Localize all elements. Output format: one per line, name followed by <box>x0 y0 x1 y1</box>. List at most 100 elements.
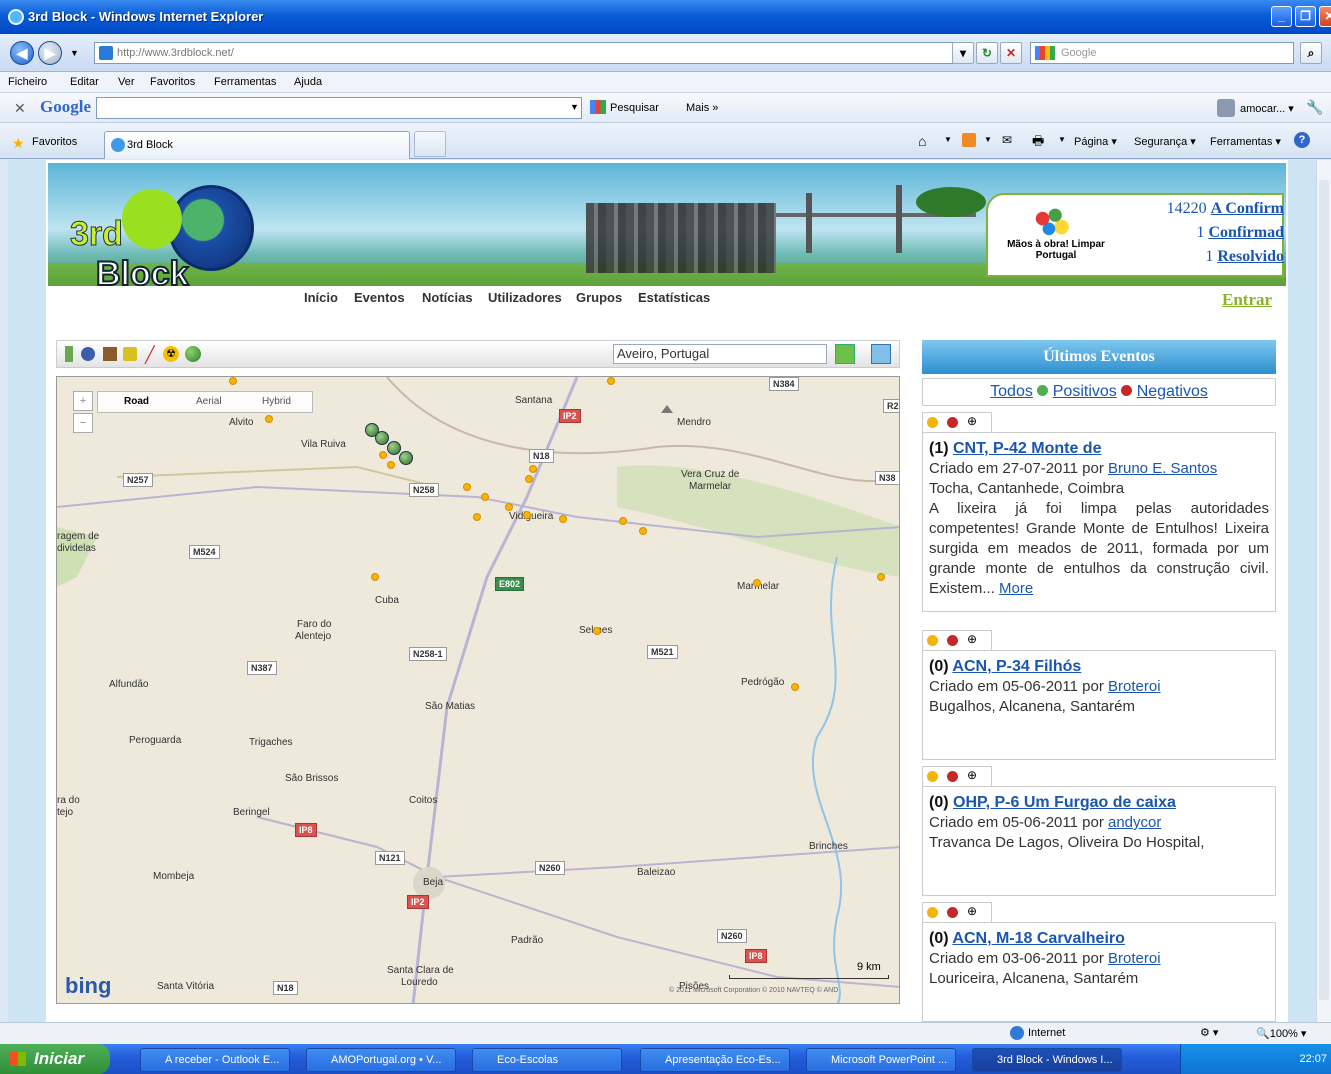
map-type-selector[interactable]: Road Aerial Hybrid <box>97 391 313 413</box>
event-marker-icon[interactable] <box>525 475 533 483</box>
task-outlook[interactable]: A receber - Outlook E... <box>140 1048 290 1072</box>
nav-eventos[interactable]: Eventos <box>354 290 405 305</box>
event-marker-icon[interactable] <box>481 493 489 501</box>
map-type-aerial[interactable]: Aerial <box>196 396 222 407</box>
map-locate-icon[interactable] <box>871 344 891 364</box>
event-marker-icon[interactable] <box>463 483 471 491</box>
menu-view[interactable]: Ver <box>118 76 135 88</box>
filter-negative[interactable]: Negativos <box>1137 383 1208 400</box>
zoom-in-button[interactable]: + <box>73 391 93 411</box>
event-status-icon[interactable] <box>947 635 958 646</box>
wrench-icon[interactable]: 🔧 <box>1306 99 1323 116</box>
new-tab-button[interactable] <box>414 131 446 157</box>
mail-icon[interactable]: ✉ <box>1002 133 1012 147</box>
map-search-go-icon[interactable] <box>835 344 855 364</box>
menu-favorites[interactable]: Favoritos <box>150 76 195 88</box>
home-icon[interactable]: ⌂ <box>918 133 926 149</box>
forward-button[interactable]: ▶ <box>38 41 62 65</box>
scrollbar-thumb[interactable] <box>1319 180 1329 1000</box>
event-status-icon[interactable] <box>947 907 958 918</box>
tools-menu[interactable]: Ferramentas ▾ <box>1210 135 1281 148</box>
print-dropdown-icon[interactable]: ▼ <box>1058 135 1066 144</box>
event-marker-icon[interactable] <box>265 415 273 423</box>
zoom-out-button[interactable]: − <box>73 413 93 433</box>
page-menu[interactable]: Página ▾ <box>1074 135 1117 148</box>
positive-marker-icon[interactable] <box>375 431 389 445</box>
login-link[interactable]: Entrar <box>1222 290 1272 310</box>
google-more-button[interactable]: Mais » <box>686 102 718 114</box>
event-marker-icon[interactable] <box>371 573 379 581</box>
search-magnifier-icon[interactable]: ⌕ <box>1300 42 1322 64</box>
favorites-button[interactable]: Favoritos <box>32 136 77 148</box>
event-marker-icon[interactable] <box>619 517 627 525</box>
event-marker-icon[interactable] <box>529 465 537 473</box>
tab-3rd-block[interactable]: 3rd Block <box>104 131 410 159</box>
event-status-icon[interactable] <box>947 417 958 428</box>
page-scrollbar[interactable] <box>1316 160 1331 1022</box>
google-search-input[interactable] <box>96 97 582 119</box>
event-marker-icon[interactable] <box>607 377 615 385</box>
event-type-icon[interactable] <box>927 635 938 646</box>
event-type-icon[interactable] <box>927 771 938 782</box>
home-dropdown-icon[interactable]: ▼ <box>944 135 952 144</box>
event-locate-icon[interactable]: ⊕ <box>967 632 977 646</box>
event-type-icon[interactable] <box>927 907 938 918</box>
menu-edit[interactable]: Editar <box>70 76 99 88</box>
nav-estatisticas[interactable]: Estatísticas <box>638 290 710 305</box>
event-marker-icon[interactable] <box>379 451 387 459</box>
menu-help[interactable]: Ajuda <box>294 76 322 88</box>
event-marker-icon[interactable] <box>753 579 761 587</box>
google-search-button[interactable]: Pesquisar <box>610 102 659 114</box>
event-marker-icon[interactable] <box>559 515 567 523</box>
event-marker-icon[interactable] <box>877 573 885 581</box>
zoom-control[interactable]: 🔍100% ▾ <box>1256 1027 1306 1040</box>
rss-feed-icon[interactable] <box>962 133 976 147</box>
google-search-dropdown-icon[interactable]: ▼ <box>570 102 579 112</box>
map-type-hybrid[interactable]: Hybrid <box>262 396 291 407</box>
tool-pen-icon[interactable]: ╱ <box>145 345 155 365</box>
nav-noticias[interactable]: Notícias <box>422 290 473 305</box>
feed-dropdown-icon[interactable]: ▼ <box>984 135 992 144</box>
back-button[interactable]: ◀ <box>10 41 34 65</box>
task-powerpoint[interactable]: Microsoft PowerPoint ... <box>806 1048 956 1072</box>
menu-tools[interactable]: Ferramentas <box>214 76 276 88</box>
event-locate-icon[interactable]: ⊕ <box>967 768 977 782</box>
google-account-button[interactable]: amocar... ▾ <box>1240 102 1294 115</box>
filter-all[interactable]: Todos <box>990 383 1033 400</box>
refresh-icon[interactable]: ↻ <box>976 42 998 64</box>
tool-bag-icon[interactable] <box>123 347 137 361</box>
history-dropdown-icon[interactable]: ▼ <box>70 48 79 58</box>
url-field[interactable]: http://www.3rdblock.net/ <box>94 42 970 64</box>
protected-mode-icon[interactable]: ⚙ ▾ <box>1200 1026 1218 1039</box>
tool-leaf-icon[interactable] <box>65 346 73 362</box>
map-location-input[interactable]: Aveiro, Portugal <box>613 344 827 364</box>
event-status-icon[interactable] <box>947 771 958 782</box>
task-amoportugal[interactable]: AMOPortugal.org • V... <box>306 1048 456 1072</box>
url-dropdown-icon[interactable]: ▾ <box>952 42 974 64</box>
event-locate-icon[interactable]: ⊕ <box>967 904 977 918</box>
event-marker-icon[interactable] <box>473 513 481 521</box>
start-button[interactable]: Iniciar <box>0 1044 110 1074</box>
minimize-button[interactable]: _ <box>1271 6 1292 27</box>
positive-marker-icon[interactable] <box>387 441 401 455</box>
tool-drop-icon[interactable] <box>81 347 95 361</box>
positive-marker-icon[interactable] <box>399 451 413 465</box>
nav-utilizadores[interactable]: Utilizadores <box>488 290 562 305</box>
event-locate-icon[interactable]: ⊕ <box>967 414 977 428</box>
print-icon[interactable]: 🖶 <box>1032 132 1044 154</box>
clock[interactable]: 22:07 <box>1299 1053 1327 1065</box>
task-apresentacao[interactable]: Apresentação Eco-Es... <box>640 1048 790 1072</box>
help-icon[interactable]: ? <box>1294 132 1310 148</box>
close-button[interactable]: ✕ <box>1319 6 1331 27</box>
event-marker-icon[interactable] <box>505 503 513 511</box>
stop-icon[interactable]: ✕ <box>1000 42 1022 64</box>
tool-box-icon[interactable] <box>103 347 117 361</box>
map-view[interactable]: Road Aerial Hybrid + − Alvito Vila Ruiva S… <box>56 376 900 1004</box>
filter-positive[interactable]: Positivos <box>1053 383 1117 400</box>
nav-grupos[interactable]: Grupos <box>576 290 622 305</box>
maximize-button[interactable]: ❐ <box>1295 6 1316 27</box>
event-marker-icon[interactable] <box>387 461 395 469</box>
event-marker-icon[interactable] <box>523 511 531 519</box>
task-internet-explorer[interactable]: 3rd Block - Windows I... <box>972 1048 1122 1072</box>
map-type-road[interactable]: Road <box>124 396 149 407</box>
